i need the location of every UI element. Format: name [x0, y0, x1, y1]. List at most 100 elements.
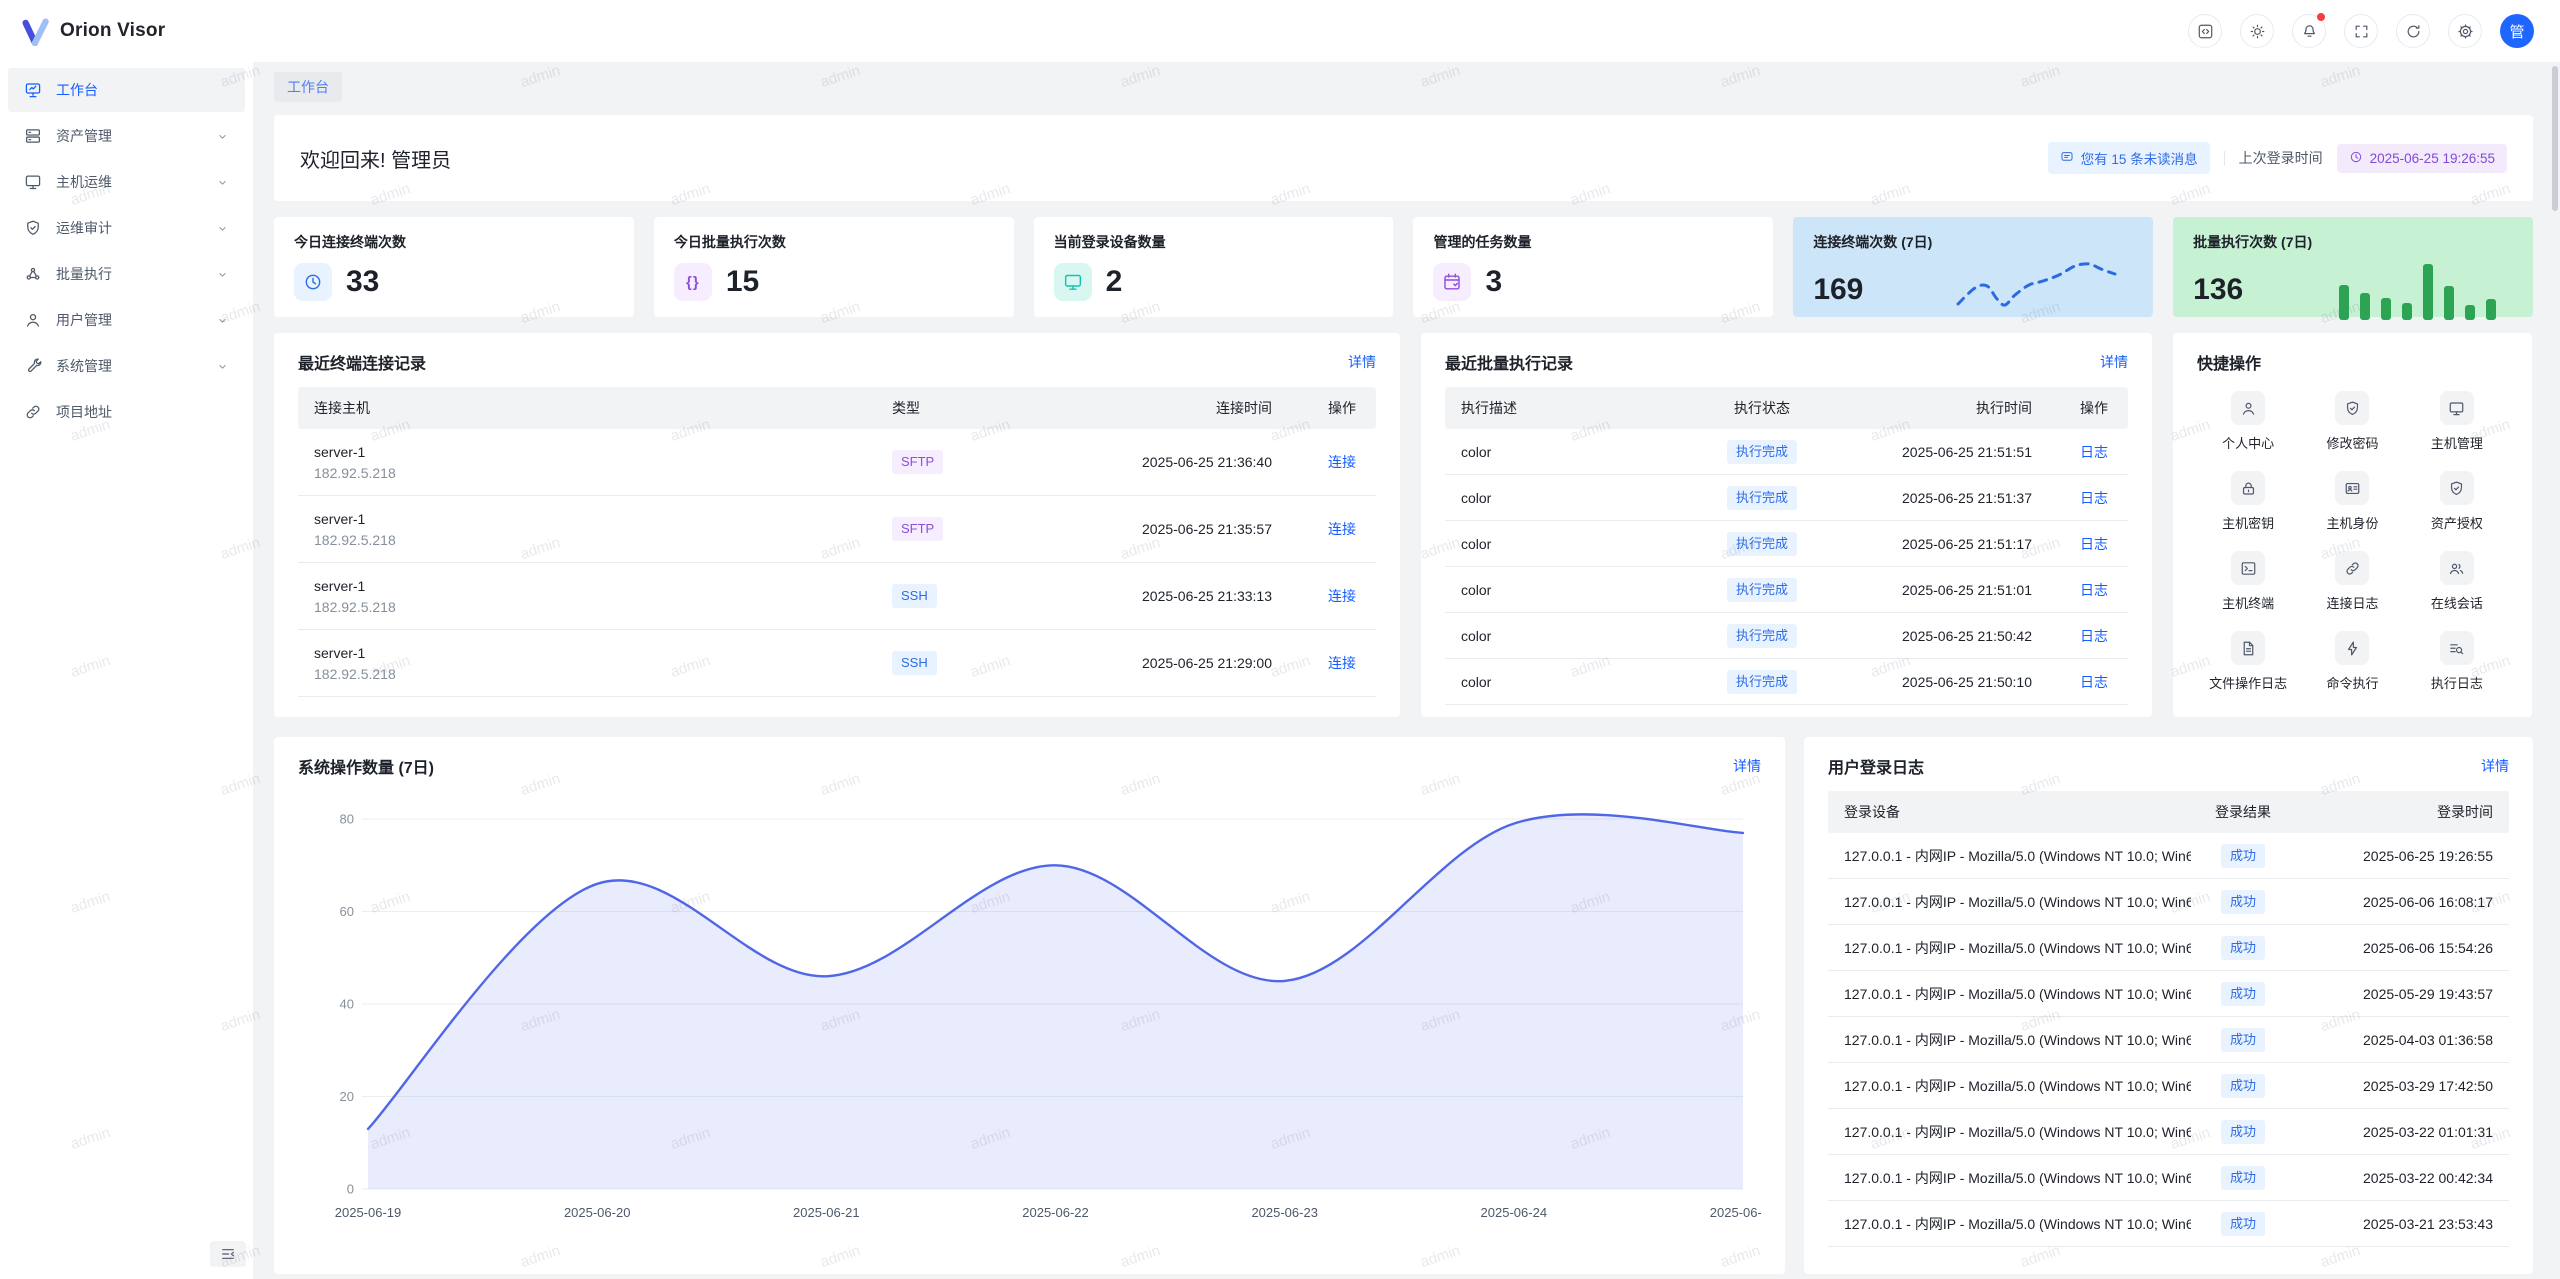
exec-status-tag: 执行完成 — [1727, 670, 1797, 694]
link-icon — [2344, 560, 2361, 577]
batch-table-row: color执行完成2025-06-25 21:51:01日志 — [1445, 567, 2128, 613]
settings-button[interactable] — [2448, 14, 2482, 48]
quick-action-personal-center[interactable]: 个人中心 — [2205, 391, 2291, 452]
connect-link[interactable]: 连接 — [1328, 655, 1356, 671]
log-link[interactable]: 日志 — [2080, 490, 2108, 506]
log-link[interactable]: 日志 — [2080, 628, 2108, 644]
quick-action-file-operation-log[interactable]: 文件操作日志 — [2205, 631, 2291, 692]
exec-time: 2025-06-25 21:51:17 — [1832, 536, 2032, 552]
sidebar-item-batch-exec[interactable]: 批量执行 — [8, 252, 245, 296]
area-chart-svg: 0204060802025-06-192025-06-202025-06-212… — [298, 791, 1761, 1251]
stat-icon — [1054, 263, 1092, 301]
id-card-icon — [2344, 480, 2361, 497]
fullscreen-button[interactable] — [2344, 14, 2378, 48]
log-link[interactable]: 日志 — [2080, 444, 2108, 460]
sidebar-item-label: 资产管理 — [56, 126, 202, 146]
user-avatar[interactable]: 管 — [2500, 14, 2534, 48]
sidebar-item-system-mgmt[interactable]: 系统管理 — [8, 344, 245, 388]
quick-action-label: 主机管理 — [2431, 433, 2483, 452]
login-device: 127.0.0.1 - 内网IP - Mozilla/5.0 (Windows … — [1844, 1168, 2191, 1188]
batch-table-row: color执行完成2025-06-25 21:50:10日志 — [1445, 659, 2128, 705]
sidebar-item-asset-mgmt[interactable]: 资产管理 — [8, 114, 245, 158]
quick-action-asset-authorization[interactable]: 资产授权 — [2414, 471, 2500, 532]
asset-icon — [24, 127, 42, 145]
svg-text:2025-06-22: 2025-06-22 — [1022, 1205, 1089, 1220]
batch-table-row: color执行完成2025-06-25 21:51:17日志 — [1445, 521, 2128, 567]
login-result-tag: 成功 — [2221, 982, 2265, 1006]
login-table-row: 127.0.0.1 - 内网IP - Mozilla/5.0 (Windows … — [1828, 1109, 2509, 1155]
scrollbar-thumb[interactable] — [2552, 66, 2558, 211]
quick-action-change-password[interactable]: 修改密码 — [2309, 391, 2395, 452]
unread-messages-badge[interactable]: 您有 15 条未读消息 — [2048, 142, 2210, 174]
quick-action-host-management[interactable]: 主机管理 — [2414, 391, 2500, 452]
terminal-table-row: server-1182.92.5.218SFTP2025-06-25 21:36… — [298, 429, 1376, 496]
host-name: server-1 — [314, 511, 892, 527]
login-device: 127.0.0.1 - 内网IP - Mozilla/5.0 (Windows … — [1844, 1076, 2191, 1096]
calendar-icon — [1442, 272, 1462, 292]
login-table-row: 127.0.0.1 - 内网IP - Mozilla/5.0 (Windows … — [1828, 1017, 2509, 1063]
login-log-detail-link[interactable]: 详情 — [2481, 756, 2509, 776]
stat-card: 当前登录设备数量2 — [1034, 217, 1394, 317]
chevron-down-icon — [216, 360, 229, 373]
login-result-tag: 成功 — [2221, 1120, 2265, 1144]
login-result-tag: 成功 — [2221, 844, 2265, 868]
col-type: 类型 — [892, 398, 1022, 418]
sidebar-item-workbench[interactable]: 工作台 — [8, 68, 245, 112]
svg-text:20: 20 — [340, 1089, 354, 1104]
last-login-time: 2025-06-25 19:26:55 — [2370, 151, 2495, 166]
sidebar-item-user-mgmt[interactable]: 用户管理 — [8, 298, 245, 342]
user-icon — [24, 311, 42, 329]
stat-value: 2 — [1106, 267, 1123, 297]
chevron-down-icon — [216, 176, 229, 189]
recent-batch-title: 最近批量执行记录 — [1445, 350, 1573, 374]
connect-link[interactable]: 连接 — [1328, 454, 1356, 470]
login-time: 2025-06-06 16:08:17 — [2295, 894, 2493, 910]
code-button[interactable] — [2188, 14, 2222, 48]
login-result-tag: 成功 — [2221, 1166, 2265, 1190]
clock-icon — [2349, 150, 2363, 164]
system-operations-chart: 0204060802025-06-192025-06-202025-06-212… — [298, 791, 1761, 1251]
breadcrumb-item-workbench[interactable]: 工作台 — [274, 72, 342, 102]
sidebar-item-host-ops[interactable]: 主机运维 — [8, 160, 245, 204]
sidebar-collapse-button[interactable] — [210, 1241, 246, 1267]
batch-table-header: 执行描述执行状态执行时间操作 — [1445, 387, 2128, 429]
login-device: 127.0.0.1 - 内网IP - Mozilla/5.0 (Windows … — [1844, 984, 2191, 1004]
batch-table-row: color执行完成2025-06-25 21:50:42日志 — [1445, 613, 2128, 659]
stat-label: 今日连接终端次数 — [294, 232, 614, 252]
exec-status-tag: 执行完成 — [1727, 532, 1797, 556]
login-time: 2025-03-22 00:42:34 — [2295, 1170, 2493, 1186]
login-result-tag: 成功 — [2221, 1028, 2265, 1052]
login-device: 127.0.0.1 - 内网IP - Mozilla/5.0 (Windows … — [1844, 892, 2191, 912]
batch-trend-sparkline — [2323, 258, 2513, 322]
log-link[interactable]: 日志 — [2080, 582, 2108, 598]
quick-action-label: 文件操作日志 — [2209, 673, 2287, 692]
recent-terminal-detail-link[interactable]: 详情 — [1348, 352, 1376, 372]
sidebar-item-ops-audit[interactable]: 运维审计 — [8, 206, 245, 250]
quick-action-host-terminal[interactable]: 主机终端 — [2205, 551, 2291, 612]
sidebar-item-project-link[interactable]: 项目地址 — [8, 390, 245, 434]
svg-text:0: 0 — [347, 1182, 354, 1197]
quick-actions-title: 快捷操作 — [2197, 350, 2261, 374]
quick-action-host-keys[interactable]: 主机密钥 — [2205, 471, 2291, 532]
connect-link[interactable]: 连接 — [1328, 521, 1356, 537]
quick-action-host-identity[interactable]: 主机身份 — [2309, 471, 2395, 532]
quick-action-execution-log[interactable]: 执行日志 — [2414, 631, 2500, 692]
login-table-row: 127.0.0.1 - 内网IP - Mozilla/5.0 (Windows … — [1828, 833, 2509, 879]
sidebar: 工作台资产管理主机运维运维审计批量执行用户管理系统管理项目地址 — [0, 62, 253, 1279]
log-link[interactable]: 日志 — [2080, 536, 2108, 552]
notifications-button[interactable] — [2292, 14, 2326, 48]
refresh-button[interactable] — [2396, 14, 2430, 48]
quick-action-online-sessions[interactable]: 在线会话 — [2414, 551, 2500, 612]
connect-link[interactable]: 连接 — [1328, 588, 1356, 604]
system-operations-detail-link[interactable]: 详情 — [1733, 756, 1761, 776]
batch-table-row: color执行完成2025-06-25 21:51:37日志 — [1445, 475, 2128, 521]
login-time: 2025-06-25 19:26:55 — [2295, 848, 2493, 864]
log-link[interactable]: 日志 — [2080, 674, 2108, 690]
quick-action-connection-log[interactable]: 连接日志 — [2309, 551, 2395, 612]
col-action: 操作 — [2032, 398, 2112, 418]
protocol-tag: SSH — [892, 651, 937, 675]
quick-action-command-execution[interactable]: 命令执行 — [2309, 631, 2395, 692]
recent-batch-detail-link[interactable]: 详情 — [2100, 352, 2128, 372]
theme-button[interactable] — [2240, 14, 2274, 48]
exec-desc: color — [1461, 674, 1692, 690]
